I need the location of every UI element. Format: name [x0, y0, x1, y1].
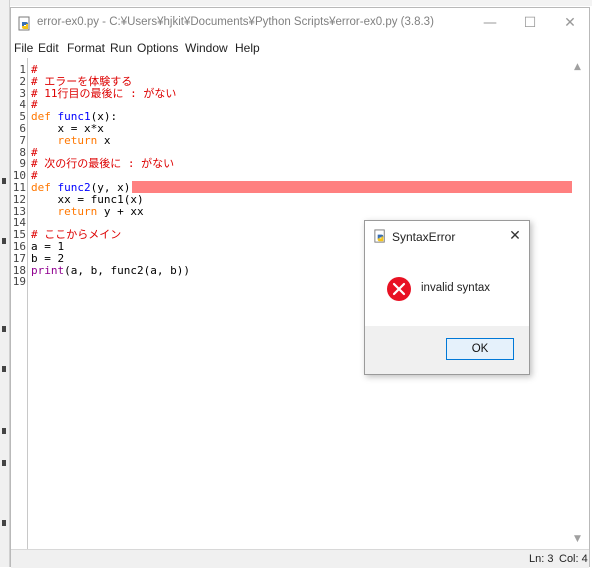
line-number: 2	[19, 74, 26, 88]
edge-mark	[2, 238, 6, 244]
minimize-button[interactable]: —	[473, 12, 507, 34]
close-icon: ✕	[509, 228, 521, 244]
background-window-edge	[0, 0, 10, 567]
line-number: 7	[19, 133, 26, 147]
menu-format[interactable]: Format	[67, 41, 105, 55]
line-number: 6	[19, 122, 26, 135]
syntax-error-dialog: SyntaxError ✕ invalid syntax OK	[364, 220, 530, 375]
line-number: 19	[12, 275, 26, 289]
code-line: #	[31, 99, 38, 110]
menu-help[interactable]: Help	[235, 41, 260, 55]
menu-file[interactable]: File	[14, 41, 33, 55]
close-button[interactable]: ✕	[553, 12, 587, 34]
code-token: print	[31, 263, 65, 277]
error-icon	[387, 277, 411, 301]
code-line: # ここからメイン	[31, 229, 121, 240]
code-line: #	[31, 147, 38, 158]
line-number: 12	[12, 192, 26, 206]
code-line: #	[31, 170, 38, 181]
line-number: 5	[19, 110, 26, 124]
python-icon	[374, 229, 385, 243]
status-line: Ln: 3	[529, 553, 554, 565]
line-number: 3	[19, 86, 26, 100]
line-number: 8	[19, 145, 26, 159]
line-number: 9	[19, 157, 26, 171]
code-line: a = 1	[31, 241, 64, 252]
ok-button[interactable]: OK	[446, 338, 514, 360]
dialog-title-bar[interactable]: SyntaxError ✕	[365, 221, 529, 251]
status-bar: Ln: 3 Col: 4	[11, 549, 589, 568]
code-line: # 次の行の最後に : がない	[31, 158, 174, 169]
syntax-error-highlight	[132, 181, 572, 193]
minimize-icon: —	[483, 15, 497, 31]
scroll-down-icon[interactable]: ▼	[574, 534, 581, 544]
edge-mark	[2, 326, 6, 332]
line-number: 4	[19, 98, 26, 112]
code-token: return	[57, 133, 98, 147]
code-token: (a, b, func2(a, b))	[64, 263, 190, 277]
window-title: error-ex0.py - C:¥Users¥hjkit¥Documents¥…	[37, 16, 434, 28]
code-token: y + xx	[97, 204, 144, 218]
dialog-body: invalid syntax	[365, 251, 529, 326]
maximize-icon: ☐	[523, 15, 537, 31]
code-token: return	[57, 204, 98, 218]
edge-mark	[2, 460, 6, 466]
code-token: # 次の行の最後に : がない	[31, 157, 175, 171]
dialog-title: SyntaxError	[392, 230, 456, 244]
edge-mark	[2, 520, 6, 526]
line-number: 1	[19, 63, 26, 76]
title-bar[interactable]: error-ex0.py - C:¥Users¥hjkit¥Documents¥…	[11, 8, 589, 38]
line-number: 18	[12, 263, 26, 277]
line-number: 17	[12, 251, 26, 265]
code-line: #	[31, 64, 38, 75]
menu-edit[interactable]: Edit	[38, 41, 59, 55]
vertical-scrollbar[interactable]: ▲ ▼	[572, 58, 589, 549]
code-line: def func1(x):	[31, 111, 117, 122]
menu-run[interactable]: Run	[110, 41, 132, 55]
dialog-footer: OK	[365, 326, 529, 374]
code-line: return x	[31, 135, 111, 146]
line-number: 10	[12, 169, 26, 183]
menu-bar: File Edit Format Run Options Window Help	[11, 38, 589, 58]
edge-mark	[2, 178, 6, 184]
dialog-message: invalid syntax	[421, 282, 491, 294]
line-number: 15	[12, 228, 26, 242]
status-column: Col: 4	[559, 553, 588, 565]
edge-mark	[2, 428, 6, 434]
line-number: 11	[12, 181, 26, 194]
desktop-top-edge	[0, 0, 592, 6]
code-token: x	[97, 133, 111, 147]
line-number-gutter: 1 2 3 4 5 6 7 8 9 10 11 12 13 14 15 16 17 18 19	[11, 58, 28, 549]
code-line: def func2(y, x)	[31, 182, 130, 193]
line-number: 14	[12, 216, 26, 230]
maximize-button[interactable]: ☐	[513, 12, 547, 34]
code-line: b = 2	[31, 253, 64, 264]
menu-options[interactable]: Options	[137, 41, 178, 55]
code-line: print(a, b, func2(a, b))	[31, 265, 190, 276]
code-line: # エラーを体験する	[31, 76, 132, 87]
line-number: 16	[12, 240, 26, 253]
close-icon: ✕	[564, 15, 576, 31]
code-line: x = x*x	[31, 123, 103, 134]
code-line: xx = func1(x)	[31, 194, 143, 205]
code-token: # 11行目の最後に : がない	[31, 86, 177, 100]
line-number: 13	[12, 204, 26, 218]
python-file-icon	[18, 16, 30, 31]
code-line: # 11行目の最後に : がない	[31, 88, 176, 99]
edge-mark	[2, 366, 6, 372]
scroll-up-icon[interactable]: ▲	[574, 62, 581, 72]
dialog-close-button[interactable]: ✕	[505, 226, 525, 246]
code-line: return y + xx	[31, 206, 144, 217]
menu-window[interactable]: Window	[185, 41, 228, 55]
